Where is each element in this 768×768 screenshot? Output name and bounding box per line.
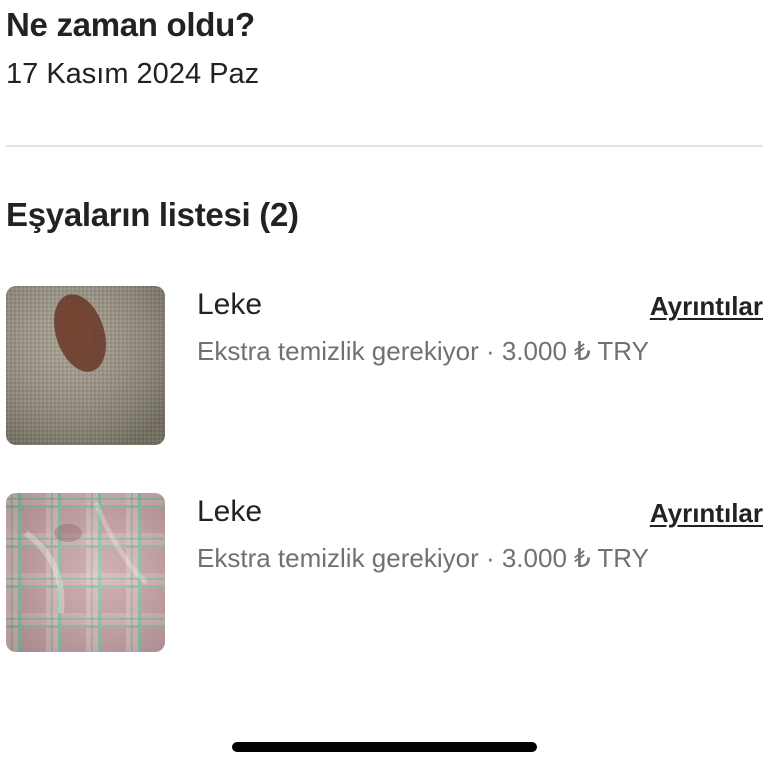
section-divider bbox=[6, 145, 763, 147]
list-item: Leke Ekstra temizlik gerekiyor · 3.000 ₺… bbox=[6, 493, 763, 653]
items-list-title: Eşyaların listesi (2) bbox=[6, 196, 299, 233]
details-link[interactable]: Ayrıntılar bbox=[650, 498, 763, 529]
incident-date: 17 Kasım 2024 Paz bbox=[6, 58, 260, 90]
item-description: Ekstra temizlik gerekiyor · 3.000 ₺ TRY bbox=[197, 543, 649, 573]
item-photo[interactable] bbox=[6, 286, 165, 445]
list-item: Leke Ekstra temizlik gerekiyor · 3.000 ₺… bbox=[6, 286, 763, 446]
item-photo[interactable] bbox=[6, 493, 165, 652]
item-name: Leke bbox=[197, 495, 263, 528]
when-title: Ne zaman oldu? bbox=[6, 6, 255, 43]
details-link[interactable]: Ayrıntılar bbox=[650, 291, 763, 322]
item-description: Ekstra temizlik gerekiyor · 3.000 ₺ TRY bbox=[197, 336, 649, 366]
item-name: Leke bbox=[197, 288, 263, 321]
home-indicator[interactable] bbox=[232, 742, 537, 752]
